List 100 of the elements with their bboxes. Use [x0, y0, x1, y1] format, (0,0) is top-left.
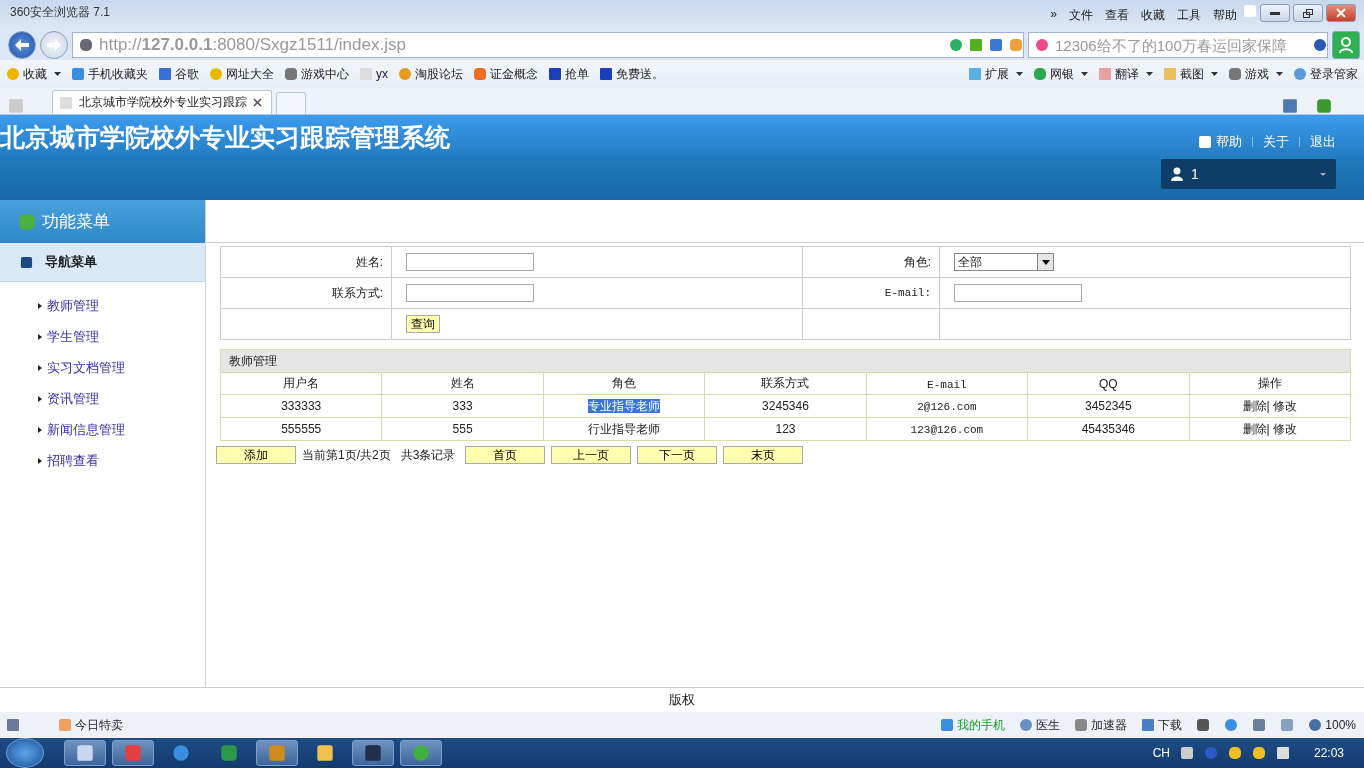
header-link[interactable]: 帮助 [1198, 133, 1242, 151]
close-icon [253, 98, 262, 107]
pager-button[interactable]: 上一页 [551, 446, 632, 464]
start-button[interactable] [6, 738, 44, 768]
back-button[interactable] [8, 31, 36, 59]
pager-button[interactable]: 首页 [465, 446, 546, 464]
header-link[interactable]: 关于 [1263, 133, 1289, 151]
bookmark-link[interactable]: 淘股论坛 [398, 65, 463, 83]
column-header: 用户名 [220, 372, 382, 395]
record-count: 共3条记录 [400, 446, 456, 464]
user-menu[interactable]: 1 [1161, 159, 1336, 189]
taskbar-button[interactable] [64, 740, 106, 766]
bookmark-link[interactable]: 游戏中心 [284, 65, 349, 83]
copyright-text: 版权 [669, 691, 695, 709]
nav-link[interactable]: 学生管理 [38, 321, 205, 352]
forward-arrow-icon [47, 39, 61, 51]
minimize-button[interactable] [1260, 4, 1290, 22]
menu-item[interactable]: 帮助 [1213, 7, 1237, 24]
delete-link[interactable]: 删除 [1242, 398, 1267, 413]
dropdown-arrow-icon [1041, 259, 1050, 265]
header-link[interactable]: 退出 [1310, 133, 1336, 151]
menu-item[interactable]: 文件 [1069, 7, 1093, 24]
field-label: 角色: [903, 253, 931, 271]
toolbar-item[interactable]: 网银 [1033, 65, 1088, 83]
field-label: 联系方式: [331, 284, 383, 302]
bookmark-link[interactable]: 证金概念 [473, 65, 538, 83]
column-header: 操作 [1189, 372, 1351, 395]
nav-link[interactable]: 实习文档管理 [38, 352, 205, 383]
window-title: 360安全浏览器 7.1 [10, 4, 111, 21]
table-cell: 333 [381, 394, 544, 418]
menu-item[interactable]: 工具 [1177, 7, 1201, 24]
text-field[interactable] [406, 253, 534, 271]
table-cell: 555 [381, 417, 544, 441]
nav-link[interactable]: 招聘查看 [38, 445, 205, 476]
bookmark-link[interactable]: yx [359, 67, 388, 81]
bookmark-link[interactable]: 网址大全 [209, 65, 274, 83]
status-item[interactable]: 100% [1308, 718, 1356, 732]
status-link[interactable]: 今日特卖 [58, 716, 123, 734]
table-cell: 123@126.com [866, 417, 1028, 441]
restore-icon [1303, 8, 1313, 18]
clock-text: 22:03 [1313, 746, 1344, 760]
menu-item[interactable]: 查看 [1105, 7, 1129, 24]
field-label: 姓名: [355, 253, 383, 271]
toolbar-item[interactable]: 游戏 [1228, 65, 1283, 83]
close-button[interactable] [1326, 4, 1356, 22]
pager-button[interactable]: 末页 [723, 446, 804, 464]
search-field[interactable]: 12306给不了的100万春运回家保障 [1028, 32, 1328, 58]
language-indicator[interactable]: CH [1152, 746, 1170, 760]
toolbar-item[interactable]: 登录管家 [1293, 65, 1358, 83]
taskbar-button[interactable] [352, 740, 394, 766]
status-item[interactable]: 加速器 [1074, 716, 1128, 734]
minimize-icon [1270, 11, 1280, 15]
restore-button[interactable] [1293, 4, 1323, 22]
bookmark-link[interactable]: 抢单 [548, 65, 589, 83]
table-cell: 3245346 [704, 394, 867, 418]
toolbar-item[interactable]: 翻译 [1098, 65, 1153, 83]
toolbar-item[interactable]: 扩展 [968, 65, 1023, 83]
user-button[interactable] [1332, 31, 1360, 59]
table-title: 教师管理 [220, 349, 1351, 373]
add-button[interactable]: 添加 [216, 446, 296, 464]
text-field[interactable] [406, 284, 534, 302]
table-cell: 555555 [220, 417, 382, 441]
toolbar-item[interactable]: 截图 [1163, 65, 1218, 83]
field-label: E-mail: [884, 287, 931, 299]
nav-link[interactable]: 教师管理 [38, 290, 205, 321]
caret-icon [1320, 172, 1326, 176]
page-info: 当前第1页/共2页 [302, 446, 391, 464]
nav-title: 导航菜单 [45, 253, 97, 271]
query-button[interactable]: 查询 [406, 315, 440, 333]
browser-tab[interactable]: 北京城市学院校外专业实习跟踪 [52, 90, 272, 114]
app-title: 北京城市学院校外专业实习跟踪管理系统 [0, 122, 450, 153]
nav-link[interactable]: 新闻信息管理 [38, 414, 205, 445]
table-cell: 2@126.com [866, 394, 1028, 418]
bookmark-link[interactable]: 免费送。 [599, 65, 664, 83]
delete-link[interactable]: 删除 [1242, 421, 1267, 436]
role-select[interactable]: 全部 [954, 253, 1054, 271]
table-cell: 专业指导老师 [543, 394, 705, 418]
forward-button[interactable] [40, 31, 68, 59]
column-header: 联系方式 [704, 372, 867, 395]
nav-header[interactable]: 导航菜单 [0, 243, 205, 282]
pager-button[interactable]: 下一页 [637, 446, 718, 464]
column-header: 角色 [543, 372, 705, 395]
nav-link[interactable]: 资讯管理 [38, 383, 205, 414]
table-cell: 123 [704, 417, 867, 441]
bookmark-link[interactable]: 手机收藏夹 [71, 65, 148, 83]
column-header: E-mail [866, 372, 1028, 395]
bookmark-link[interactable]: 收藏 [6, 65, 61, 83]
text-field[interactable] [954, 284, 1082, 302]
status-item[interactable]: 下载 [1141, 716, 1183, 734]
menu-item[interactable]: 收藏 [1141, 7, 1165, 24]
status-item[interactable]: 医生 [1019, 716, 1061, 734]
separator: | [1266, 421, 1270, 436]
column-header: 姓名 [381, 372, 544, 395]
edit-link[interactable]: 修改 [1273, 398, 1297, 413]
edit-link[interactable]: 修改 [1273, 421, 1297, 436]
close-icon [1336, 8, 1346, 18]
bookmark-link[interactable]: 谷歌 [158, 65, 199, 83]
menu-title: 功能菜单 [42, 211, 110, 233]
menu-item[interactable]: » [1050, 7, 1057, 21]
table-cell: 行业指导老师 [543, 417, 705, 441]
